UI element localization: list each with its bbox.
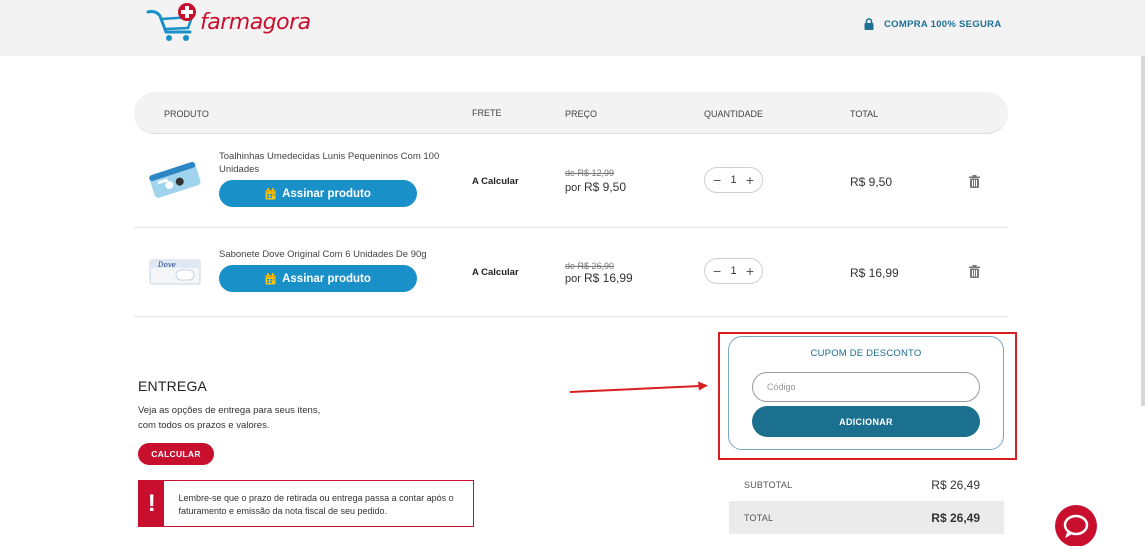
total-row: TOTAL R$ 26,49 [729,501,1004,534]
cart-logo-icon [146,3,196,41]
header: farmagora COMPRA 100% SEGURA [0,0,1145,56]
order-summary: SUBTOTAL R$ 26,49 TOTAL R$ 26,49 [729,468,1004,534]
chat-icon [1063,514,1089,538]
price-value: R$ 16,99 [583,271,633,285]
arrow-icon [569,381,708,393]
delivery-notice: ! Lembre-se que o prazo de retirada ou e… [138,480,474,527]
svg-text:Dove: Dove [157,261,176,269]
coupon-code-input[interactable] [752,372,980,402]
column-preco: PREÇO [565,109,598,119]
price-old: de R$ 26,90 [565,261,615,271]
trash-icon[interactable] [969,265,980,278]
product-name[interactable]: Toalhinhas Umedecidas Lunis Pequeninos C… [219,150,449,176]
cart-row: Toalhinhas Umedecidas Lunis Pequeninos C… [134,135,1008,228]
column-produto: PRODUTO [164,109,209,119]
column-quantidade: QUANTIDADE [704,109,764,119]
delivery-description: Veja as opções de entrega para seus iten… [138,405,321,431]
table-header: PRODUTO FRETE PREÇO QUANTIDADE TOTAL [134,92,1008,134]
shipping-value: A Calcular [472,176,519,187]
price-value: R$ 9,50 [583,180,626,194]
page: farmagora COMPRA 100% SEGURA PRODUTO FRE… [0,0,1145,546]
quantity-value[interactable]: 1 [730,174,736,186]
secure-purchase: COMPRA 100% SEGURA [864,18,1002,30]
logo[interactable]: farmagora [146,2,311,42]
subscribe-label: Assinar produto [282,272,371,285]
price-prefix: por [565,273,581,285]
add-coupon-button[interactable]: ADICIONAR [752,406,980,437]
calendar-icon [265,272,276,284]
subscribe-product-button[interactable]: Assinar produto [219,180,417,207]
alert-icon: ! [139,481,165,526]
scrollbar[interactable] [1141,56,1145,406]
logo-text: farmagora [200,9,311,35]
chat-button[interactable] [1055,505,1097,546]
total-value: R$ 26,49 [931,510,980,525]
minus-icon[interactable]: − [713,173,721,187]
row-total: R$ 16,99 [850,266,899,280]
minus-icon[interactable]: − [713,264,721,278]
calculate-shipping-button[interactable]: CALCULAR [138,443,214,465]
product-image[interactable]: Dove [146,250,204,294]
secure-label: COMPRA 100% SEGURA [884,18,1002,30]
price-new: por R$ 9,50 [565,180,626,194]
product-name[interactable]: Sabonete Dove Original Com 6 Unidades De… [219,248,449,261]
price-new: por R$ 16,99 [565,271,633,285]
quantity-value[interactable]: 1 [730,265,736,277]
price-old: de R$ 12,99 [565,168,615,178]
column-frete: FRETE [472,108,502,118]
delivery-title: ENTREGA [138,378,208,394]
subtotal-label: SUBTOTAL [744,479,793,490]
product-image[interactable] [146,158,204,202]
calendar-icon [265,187,276,199]
plus-icon[interactable]: + [746,173,754,187]
notice-text: Lembre-se que o prazo de retirada ou ent… [178,493,454,516]
shipping-value: A Calcular [472,267,519,278]
subtotal-row: SUBTOTAL R$ 26,49 [729,468,1004,501]
price-prefix: por [565,182,581,194]
quantity-stepper: − 1 + [704,258,763,284]
column-total: TOTAL [850,109,879,119]
plus-icon[interactable]: + [746,264,754,278]
coupon-title: CUPOM DE DESCONTO [810,348,922,359]
lock-icon [864,18,874,30]
quantity-stepper: − 1 + [704,167,763,193]
total-label: TOTAL [744,512,774,523]
subscribe-label: Assinar produto [282,187,371,200]
row-total: R$ 9,50 [850,175,893,189]
subtotal-value: R$ 26,49 [931,477,980,492]
subscribe-product-button[interactable]: Assinar produto [219,265,417,292]
trash-icon[interactable] [969,175,980,188]
cart-row: Dove Sabonete Dove Original Com 6 Unidad… [134,228,1008,317]
coupon-card: CUPOM DE DESCONTO ADICIONAR [728,336,1004,450]
